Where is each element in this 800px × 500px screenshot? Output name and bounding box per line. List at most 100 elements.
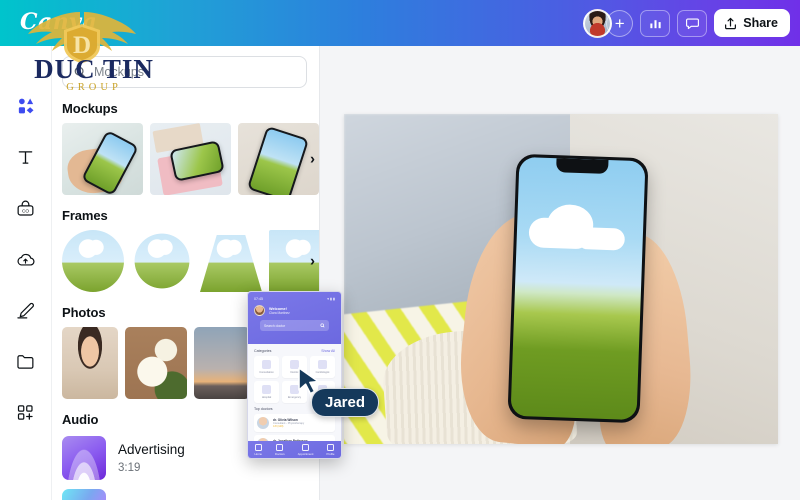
drag-card-search-placeholder: Search doctor — [264, 323, 286, 328]
mockup-thumb[interactable] — [150, 123, 231, 195]
category-label: Hospital — [261, 396, 272, 399]
mockups-row: › — [62, 123, 319, 195]
audio-thumb — [62, 436, 106, 480]
dragged-mockup-card[interactable]: 07:45 ▾ ▮ ▮ Welcome! Clara Martinez Sear… — [247, 291, 342, 459]
status-icons: ▾ ▮ ▮ — [327, 297, 335, 301]
pen-draw-icon — [17, 302, 34, 318]
sidebar-item-uploads[interactable] — [12, 245, 40, 273]
section-mockups: Mockups › — [52, 101, 319, 195]
canva-wordmark: Canva — [20, 9, 98, 35]
search-icon — [320, 323, 325, 328]
category-icon — [262, 360, 271, 369]
drag-card-categories-header: Categories Show All — [254, 349, 335, 353]
apps-grid-plus-icon — [17, 404, 33, 420]
drag-card-bottom-nav: Home Doctors Appointment Profile — [248, 441, 341, 458]
sidebar-item-projects[interactable] — [12, 347, 40, 375]
nav-item-appointment[interactable]: Appointment — [297, 443, 314, 456]
cloud-upload-icon — [17, 253, 35, 266]
frame-thumb[interactable] — [62, 230, 124, 292]
doctor-meta: dr. Olivia Wilson Consultant - Physiothe… — [273, 418, 304, 428]
phone-mockup[interactable] — [507, 153, 649, 424]
folder-icon — [17, 354, 34, 369]
phone-screen — [510, 156, 646, 421]
nav-label: Profile — [326, 451, 335, 456]
bar-chart-icon — [650, 19, 661, 28]
search-area: Mockups — [52, 46, 319, 88]
left-rail: CO — [0, 46, 52, 500]
frames-next-chevron[interactable]: › — [310, 254, 315, 269]
sidebar-item-text[interactable] — [12, 143, 40, 171]
collaborator-name-tag: Jared — [311, 388, 380, 417]
brand-kit-icon: CO — [17, 200, 34, 216]
sidebar-item-apps[interactable] — [12, 398, 40, 426]
category-label: Consultation — [259, 371, 274, 374]
home-icon — [254, 443, 262, 451]
frames-row: › — [62, 230, 319, 292]
drag-card-statusbar: 07:45 ▾ ▮ ▮ — [254, 297, 335, 301]
nav-item-profile[interactable]: Profile — [326, 443, 335, 456]
doctor-avatar — [257, 417, 269, 429]
drag-card-avatar — [254, 305, 265, 316]
audio-thumb — [62, 489, 106, 500]
photo-thumb[interactable] — [194, 327, 250, 399]
top-bar: Canva + Share — [0, 0, 800, 46]
category-icon — [262, 385, 271, 394]
drag-card-user: Welcome! Clara Martinez — [254, 305, 335, 316]
photo-thumb[interactable] — [62, 327, 118, 399]
search-icon — [74, 66, 86, 78]
canva-editor-window: Canva + Share CO Mockups Mockups › Frame… — [0, 0, 800, 500]
nav-item-home[interactable]: Home — [254, 443, 262, 456]
section-title-mockups: Mockups — [62, 101, 118, 116]
nav-label: Home — [254, 451, 262, 456]
doctors-icon — [276, 443, 284, 451]
canvas-area[interactable] — [320, 46, 800, 500]
search-placeholder: Mockups — [94, 65, 145, 79]
nav-item-doctors[interactable]: Doctors — [275, 443, 285, 456]
audio-duration: 3:19 — [118, 461, 141, 474]
text-t-icon — [18, 150, 33, 164]
username-label: Clara Martinez — [269, 310, 290, 315]
sidebar-item-brand[interactable]: CO — [12, 194, 40, 222]
comments-button[interactable] — [677, 9, 708, 37]
mockups-next-chevron[interactable]: › — [310, 152, 315, 167]
frame-thumb[interactable] — [131, 230, 193, 292]
audio-title: Advertising — [118, 442, 185, 458]
audio-track[interactable]: Happy Whistling Ukulele — [62, 489, 319, 500]
doctor-rating: 4.8 (120) — [273, 425, 284, 428]
profile-icon — [326, 443, 334, 451]
phone-notch — [556, 158, 609, 174]
drag-card-search[interactable]: Search doctor — [260, 320, 329, 331]
drag-card-user-text: Welcome! Clara Martinez — [269, 307, 290, 315]
sidebar-item-draw[interactable] — [12, 296, 40, 324]
share-button[interactable]: Share — [714, 9, 790, 37]
section-frames: Frames › — [52, 208, 319, 292]
section-title-frames: Frames — [62, 208, 108, 223]
collaborators-group: + — [583, 8, 634, 38]
categories-label: Categories — [254, 349, 272, 353]
share-label: Share — [743, 16, 778, 30]
audio-meta: Advertising 3:19 — [118, 442, 185, 474]
upload-icon — [725, 17, 737, 29]
category-cell[interactable]: Consultation — [254, 356, 279, 378]
photo-thumb[interactable] — [125, 327, 187, 399]
shapes-grid-icon — [18, 98, 34, 114]
canva-logo[interactable]: Canva — [8, 6, 128, 40]
add-collaborator-button[interactable]: + — [606, 9, 634, 37]
svg-text:CO: CO — [22, 208, 29, 214]
nav-label: Appointment — [297, 451, 314, 456]
search-input[interactable]: Mockups — [62, 56, 307, 88]
category-cell[interactable]: Hospital — [254, 381, 279, 403]
calendar-icon — [302, 443, 310, 451]
frame-thumb[interactable] — [200, 230, 262, 292]
show-all-link[interactable]: Show All — [321, 349, 335, 353]
sidebar-item-design[interactable] — [11, 92, 40, 120]
mockup-thumb[interactable] — [62, 123, 143, 195]
status-time: 07:45 — [254, 297, 263, 301]
mockup-thumb[interactable] — [238, 123, 319, 195]
top-doctors-label: Top doctors — [254, 407, 273, 411]
design-page[interactable] — [344, 114, 778, 444]
analytics-button[interactable] — [640, 9, 671, 37]
nav-label: Doctors — [275, 451, 285, 456]
cloud-graphic — [528, 203, 626, 251]
comment-bubble-icon — [685, 17, 699, 29]
